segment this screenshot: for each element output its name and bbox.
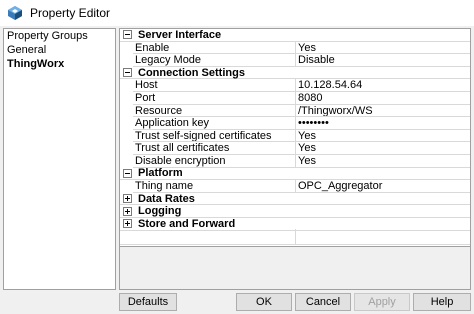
property-row[interactable]: Port 8080 [120,91,470,105]
cancel-button[interactable]: Cancel [295,293,351,311]
collapse-icon[interactable] [123,30,132,40]
property-row[interactable]: Thing name OPC_Aggregator [120,180,470,193]
property-grid[interactable]: Server Interface Enable Yes Legacy Mode Disa… [119,28,471,290]
row-gutter [120,92,133,105]
property-value[interactable]: •••••••• [295,117,470,130]
property-row[interactable]: Trust all certificates Yes [120,142,470,155]
property-row[interactable]: Resource/Thingworx/WS [120,104,470,118]
expand-icon[interactable] [123,206,132,216]
category-row[interactable]: Server Interface [120,29,470,42]
row-gutter [120,54,133,67]
defaults-button[interactable]: Defaults [119,293,177,311]
category-label: Data Rates [138,192,195,205]
property-row[interactable]: Host 10.128.54.64 [120,79,470,92]
category-row[interactable]: Logging [120,205,470,218]
property-name: Resource [133,105,295,118]
row-gutter [120,130,133,143]
empty-value-cell[interactable] [295,229,470,245]
thingworx-app-icon [8,6,22,20]
property-groups-list[interactable]: Property Groups General ThingWorx [3,28,116,290]
property-row[interactable]: Enable Yes [120,41,470,55]
property-name: Disable encryption [133,155,295,168]
property-value[interactable]: 8080 [295,91,470,105]
property-name: Host [133,79,295,92]
category-label: Logging [138,205,182,218]
property-name: Thing name [133,180,295,193]
category-label: Server Interface [138,28,222,41]
expand-icon[interactable] [123,219,132,229]
property-value[interactable]: Yes [295,41,470,55]
property-value[interactable]: Yes [295,142,470,155]
property-value[interactable]: Disable [295,54,470,67]
row-gutter [120,105,133,118]
title-bar: Property Editor [0,0,474,26]
property-name: Port [133,92,295,105]
collapse-icon[interactable] [123,168,132,178]
property-value[interactable]: /Thingworx/WS [295,104,470,118]
empty-grid-row[interactable] [120,229,470,245]
property-name: Trust self-signed certificates [133,130,295,143]
group-item-general[interactable]: General [4,43,115,57]
ok-button[interactable]: OK [236,293,292,311]
property-name: Trust all certificates [133,142,295,155]
category-label: Connection Settings [138,66,245,79]
property-value[interactable]: Yes [295,154,470,168]
group-item-thingworx[interactable]: ThingWorx [4,57,115,71]
property-row[interactable]: Disable encryption Yes [120,154,470,168]
property-row[interactable]: Trust self-signed certificates Yes [120,129,470,143]
window-title: Property Editor [30,6,111,20]
category-row[interactable]: Platform [120,167,470,181]
row-gutter [120,117,133,130]
category-row[interactable]: Data Rates [120,193,470,206]
property-name: Application key [133,117,295,130]
row-gutter [120,180,133,193]
property-value[interactable]: 10.128.54.64 [295,79,470,92]
property-grid-rows: Server Interface Enable Yes Legacy Mode Disa… [120,29,470,231]
property-value[interactable]: Yes [295,129,470,143]
description-pane [120,246,470,289]
row-gutter [120,42,133,55]
category-row[interactable]: Connection Settings [120,67,470,80]
apply-button[interactable]: Apply [354,293,410,311]
collapse-icon[interactable] [123,68,132,78]
expand-icon[interactable] [123,194,132,204]
empty-name-cell [120,229,295,245]
row-gutter [120,79,133,92]
group-header-label: Property Groups [7,30,88,42]
property-value[interactable]: OPC_Aggregator [295,180,470,193]
row-gutter [120,142,133,155]
category-label: Store and Forward [138,217,236,230]
property-name: Enable [133,42,295,55]
row-gutter [120,155,133,168]
category-label: Platform [138,167,183,180]
help-button[interactable]: Help [413,293,471,311]
property-row[interactable]: Legacy Mode Disable [120,54,470,67]
property-name: Legacy Mode [133,54,295,67]
property-row[interactable]: Application key •••••••• [120,117,470,130]
property-editor-window: Property Editor Property Groups General … [0,0,474,314]
